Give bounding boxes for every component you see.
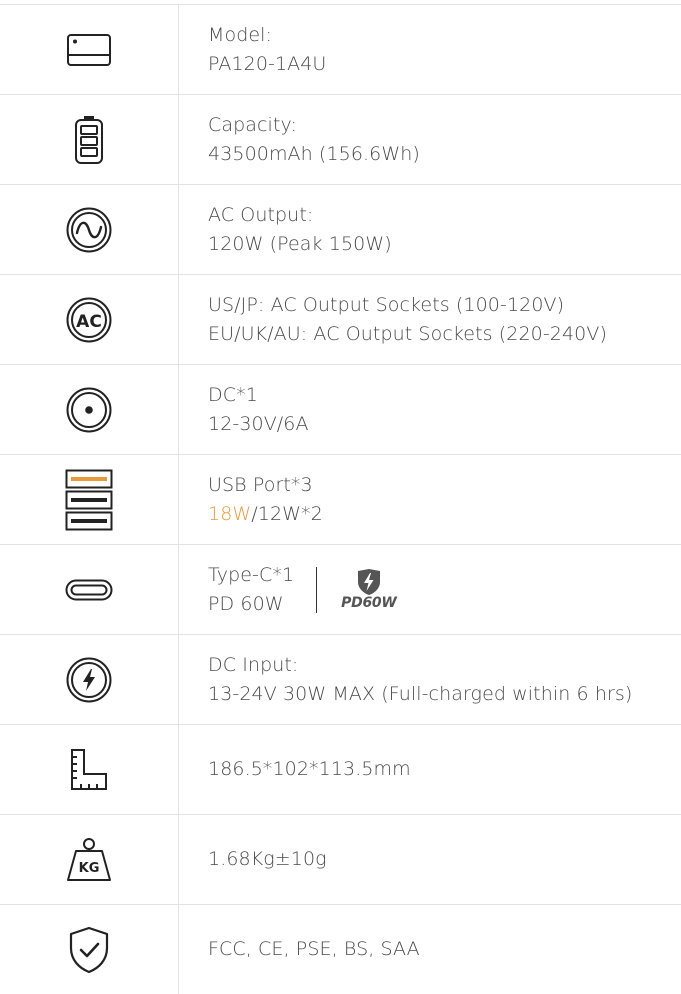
spec-label: DC Input: [208, 653, 299, 676]
spec-row-dc: DC*1 12-30V/6A [0, 364, 681, 454]
pd-badge-text: PD60W [341, 595, 397, 611]
icon-cell: KG [0, 815, 179, 904]
pd-badge: PD60W [341, 568, 397, 611]
usb-fast-charge-value: 18W [208, 502, 252, 525]
spec-text: Type-C*1 PD 60W PD60W [208, 545, 681, 634]
divider [316, 566, 318, 613]
spec-value: 12-30V/6A [208, 412, 309, 435]
icon-cell: AC [0, 275, 179, 364]
spec-value: 18W/12W*2 [208, 500, 681, 529]
dimensions-icon [69, 748, 109, 792]
weight-icon-text: KG [79, 861, 100, 876]
dc-port-icon [65, 386, 113, 434]
spec-value: 186.5*102*113.5mm [208, 758, 411, 780]
spec-value: FCC, CE, PSE, BS, SAA [208, 938, 420, 960]
spec-row-capacity: Capacity: 43500mAh (156.6Wh) [0, 94, 681, 184]
spec-text: 1.68Kg±10g [208, 815, 681, 904]
icon-cell [0, 185, 179, 274]
spec-table: Model: PA120-1A4U Capacity: 43500mAh (15… [0, 0, 681, 994]
spec-value: EU/UK/AU: AC Output Sockets (220-240V) [208, 322, 607, 345]
spec-text: US/JP: AC Output Sockets (100-120V) EU/U… [208, 275, 681, 364]
spec-text: Capacity: 43500mAh (156.6Wh) [208, 95, 681, 184]
spec-label: DC*1 [208, 383, 258, 406]
spec-label: AC Output: [208, 203, 314, 226]
spec-text: AC Output: 120W (Peak 150W) [208, 185, 681, 274]
ac-socket-icon: AC [65, 296, 113, 344]
shield-check-icon [67, 926, 111, 974]
icon-cell [0, 455, 179, 544]
spec-row-weight: KG 1.68Kg±10g [0, 814, 681, 904]
dc-input-icon [65, 656, 113, 704]
spec-value: 13-24V 30W MAX (Full-charged within 6 hr… [208, 682, 633, 705]
spec-label: Model: [208, 23, 273, 46]
spec-text: USB Port*3 18W/12W*2 [208, 455, 681, 544]
spec-value: PD 60W [208, 592, 284, 615]
spec-row-ac-output: AC Output: 120W (Peak 150W) [0, 184, 681, 274]
spec-row-ac-sockets: AC US/JP: AC Output Sockets (100-120V) E… [0, 274, 681, 364]
spec-row-dimensions: 186.5*102*113.5mm [0, 724, 681, 814]
spec-text: DC*1 12-30V/6A [208, 365, 681, 454]
spec-value: 120W (Peak 150W) [208, 232, 392, 255]
lightning-shield-icon [356, 568, 382, 596]
icon-cell [0, 95, 179, 184]
icon-cell [0, 635, 179, 724]
ac-wave-icon [65, 206, 113, 254]
spec-text: FCC, CE, PSE, BS, SAA [208, 905, 681, 994]
spec-label: Capacity: [208, 113, 297, 136]
power-station-icon [66, 33, 112, 67]
type-c-spec: Type-C*1 PD 60W PD60W [208, 561, 681, 619]
usb-ports-icon [65, 469, 113, 531]
spec-value: 43500mAh (156.6Wh) [208, 142, 420, 165]
spec-label: USB Port*3 [208, 473, 313, 496]
spec-text: Model: PA120-1A4U [208, 5, 681, 94]
spec-row-certifications: FCC, CE, PSE, BS, SAA [0, 904, 681, 994]
usb-standard-value: /12W*2 [251, 502, 323, 525]
spec-row-model: Model: PA120-1A4U [0, 4, 681, 94]
weight-icon: KG [65, 837, 113, 883]
spec-row-type-c: Type-C*1 PD 60W PD60W [0, 544, 681, 634]
spec-label: US/JP: AC Output Sockets (100-120V) [208, 293, 565, 316]
icon-cell [0, 365, 179, 454]
spec-row-dc-input: DC Input: 13-24V 30W MAX (Full-charged w… [0, 634, 681, 724]
icon-cell [0, 905, 179, 994]
spec-row-usb: USB Port*3 18W/12W*2 [0, 454, 681, 544]
icon-cell [0, 5, 179, 94]
icon-cell [0, 545, 179, 634]
spec-label: Type-C*1 [208, 563, 295, 586]
spec-value: 1.68Kg±10g [208, 848, 327, 870]
icon-cell [0, 725, 179, 814]
type-c-port-icon [65, 579, 113, 601]
spec-text: 186.5*102*113.5mm [208, 725, 681, 814]
ac-socket-icon-text: AC [76, 312, 102, 332]
spec-text: DC Input: 13-24V 30W MAX (Full-charged w… [208, 635, 681, 724]
spec-value: PA120-1A4U [208, 52, 327, 75]
battery-icon [74, 115, 104, 165]
